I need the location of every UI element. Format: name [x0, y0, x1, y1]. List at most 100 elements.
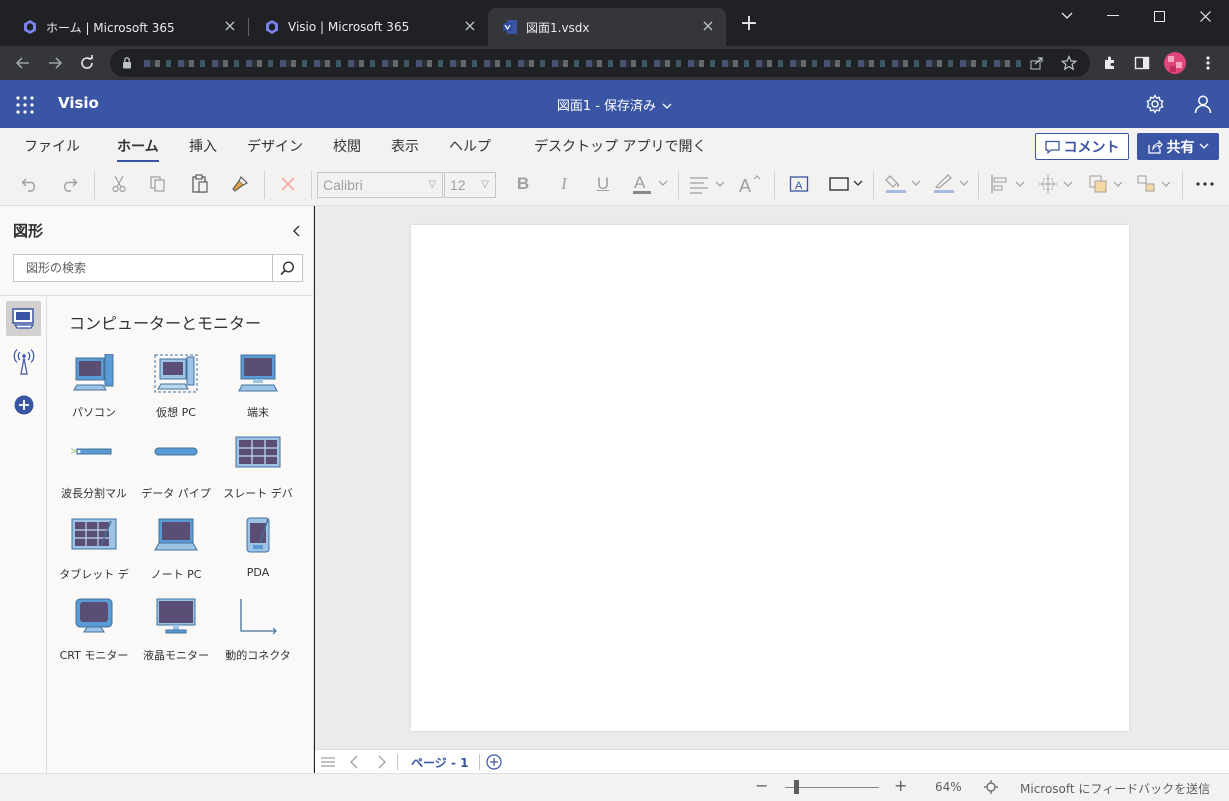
visio-file-icon [503, 20, 517, 34]
comment-button[interactable]: コメント [1035, 133, 1129, 160]
next-page-icon[interactable] [374, 754, 390, 770]
open-in-desktop-app[interactable]: デスクトップ アプリで開く [534, 136, 706, 156]
svg-text:A: A [634, 173, 646, 192]
underline-icon[interactable]: U [592, 173, 614, 195]
address-bar[interactable] [110, 49, 1090, 77]
line-color-icon[interactable] [932, 173, 972, 195]
arrange-order-icon[interactable] [1088, 173, 1126, 195]
tab-view[interactable]: 表示 [391, 136, 419, 156]
bold-icon[interactable]: B [512, 173, 534, 195]
undo-icon[interactable] [18, 173, 42, 195]
shape-wdm[interactable]: 波長分割マル [53, 435, 135, 511]
zoom-out-icon[interactable]: − [755, 776, 768, 795]
settings-gear-icon[interactable] [1145, 94, 1165, 114]
shape-lcd-monitor[interactable]: 液晶モニター [135, 597, 217, 673]
stencil-computers[interactable] [6, 301, 41, 336]
increase-font-size-icon[interactable]: A [738, 173, 764, 195]
fill-color-icon[interactable] [884, 173, 924, 195]
add-page-icon[interactable] [486, 754, 502, 770]
shape-slate-device[interactable]: スレート デバ [217, 435, 299, 511]
browser-tab-visio[interactable]: Visio | Microsoft 365 × [250, 8, 488, 46]
zoom-in-icon[interactable]: + [894, 776, 907, 795]
font-size-select[interactable]: 12 ▽ [444, 172, 496, 198]
close-tab-icon[interactable]: × [462, 18, 478, 35]
italic-icon[interactable]: I [553, 173, 575, 195]
forward-arrow-icon[interactable] [43, 51, 67, 75]
chevron-left-icon[interactable] [290, 224, 304, 238]
close-tab-icon[interactable]: × [222, 18, 238, 35]
align-shapes-icon[interactable] [990, 173, 1028, 195]
stencil-network[interactable] [6, 344, 41, 379]
close-tab-icon[interactable]: × [700, 18, 716, 35]
shape-data-pipe[interactable]: データ パイプ [135, 435, 217, 511]
side-panel-icon[interactable] [1130, 51, 1154, 75]
account-person-icon[interactable] [1193, 94, 1213, 114]
delete-x-icon[interactable] [276, 173, 300, 195]
shape-tablet-device[interactable]: タブレット デ [53, 516, 135, 592]
page-list-menu-icon[interactable] [320, 754, 336, 770]
shape-terminal[interactable]: 端末 [217, 354, 299, 430]
reload-icon[interactable] [75, 51, 99, 75]
shape-label: データ パイプ [141, 487, 211, 500]
new-tab-icon[interactable]: + [738, 13, 760, 36]
text-align-icon[interactable] [688, 173, 728, 195]
group-shapes-icon[interactable] [1136, 173, 1174, 195]
zoom-level[interactable]: 64% [935, 780, 962, 794]
drawing-canvas-area[interactable] [315, 206, 1229, 749]
share-page-icon[interactable] [1028, 54, 1046, 72]
page-tab-1[interactable]: ページ - 1 [411, 754, 468, 771]
browser-tab-drawing[interactable]: 図面1.vsdx × [488, 8, 726, 46]
maximize-icon[interactable] [1136, 0, 1182, 32]
tab-insert[interactable]: 挿入 [189, 136, 217, 156]
font-family-value: Calibri [323, 177, 363, 193]
shape-pda[interactable]: PDA [217, 516, 299, 592]
tab-design[interactable]: デザイン [247, 136, 303, 156]
share-button[interactable]: 共有 [1137, 133, 1219, 160]
chevron-down-icon: ▽ [428, 179, 436, 190]
shape-virtual-pc[interactable]: 仮想 PC [135, 354, 217, 430]
more-options-icon[interactable] [1193, 173, 1217, 195]
feedback-link[interactable]: Microsoft にフィードバックを送信 [1020, 780, 1210, 797]
shape-laptop[interactable]: ノート PC [135, 516, 217, 592]
back-arrow-icon[interactable] [11, 51, 35, 75]
slate-device-icon [235, 436, 281, 468]
cut-scissors-icon[interactable] [107, 173, 131, 195]
minimize-icon[interactable] [1090, 0, 1136, 32]
zoom-slider-thumb[interactable] [794, 780, 799, 794]
add-stencil-button[interactable] [6, 387, 41, 422]
tab-review[interactable]: 校閲 [333, 136, 361, 156]
format-painter-icon[interactable] [228, 173, 252, 195]
extensions-puzzle-icon[interactable] [1098, 51, 1122, 75]
stencil-title: コンピューターとモニター [69, 314, 262, 333]
rectangle-shape-icon[interactable] [828, 173, 866, 195]
tab-file[interactable]: ファイル [24, 136, 80, 156]
document-title[interactable]: 図面1 - 保存済み [0, 95, 1229, 114]
position-icon[interactable] [1038, 173, 1076, 195]
tab-help[interactable]: ヘルプ [449, 136, 491, 156]
shape-search-input[interactable] [14, 255, 272, 281]
previous-page-icon[interactable] [346, 754, 362, 770]
font-family-select[interactable]: Calibri ▽ [317, 172, 443, 198]
shape-crt-monitor[interactable]: CRT モニター [53, 597, 135, 673]
copy-icon[interactable] [146, 173, 170, 195]
lock-icon [123, 57, 131, 69]
fit-to-window-icon[interactable] [984, 780, 998, 797]
more-vertical-icon[interactable] [1196, 51, 1220, 75]
profile-avatar[interactable] [1164, 52, 1186, 74]
tab-home[interactable]: ホーム [117, 136, 159, 162]
shape-pc[interactable]: パソコン [53, 354, 135, 430]
redo-icon[interactable] [57, 173, 81, 195]
shape-label: パソコン [72, 406, 116, 419]
search-button[interactable] [272, 255, 302, 281]
paste-clipboard-icon[interactable] [188, 173, 212, 195]
drawing-page[interactable] [411, 225, 1129, 731]
zoom-slider-track[interactable] [785, 787, 879, 788]
tab-search-icon[interactable] [1044, 0, 1090, 32]
browser-tab-home[interactable]: ホーム | Microsoft 365 × [8, 8, 248, 46]
text-box-icon[interactable]: A [787, 173, 811, 195]
font-color-icon[interactable]: A [631, 173, 671, 195]
shape-label: タブレット デ [59, 568, 129, 581]
close-window-icon[interactable] [1182, 0, 1228, 32]
shape-dynamic-connector[interactable]: 動的コネクタ [217, 597, 299, 673]
bookmark-star-icon[interactable] [1060, 54, 1078, 72]
